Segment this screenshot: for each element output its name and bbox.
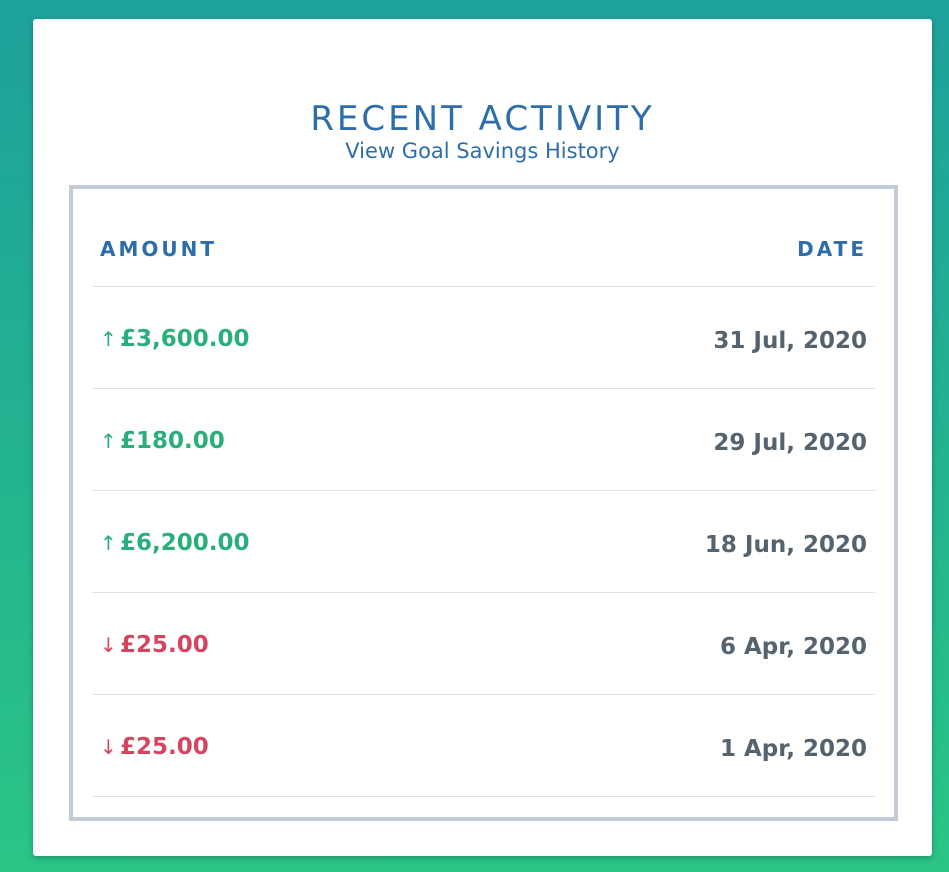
column-header-date[interactable]: DATE	[797, 237, 867, 261]
amount-value: £180.00	[120, 428, 225, 454]
amount-value: £25.00	[120, 632, 209, 658]
table-row: ↑ £6,200.00 18 Jun, 2020	[92, 491, 875, 593]
amount-cell: ↓ £25.00	[100, 631, 209, 659]
amount-cell: ↑ £3,600.00	[100, 325, 250, 353]
arrow-up-icon: ↑	[100, 429, 117, 453]
recent-activity-card: RECENT ACTIVITY View Goal Savings Histor…	[33, 19, 932, 856]
amount-value: £6,200.00	[120, 530, 250, 556]
table-body: ↑ £3,600.00 31 Jul, 2020 ↑ £180.00 29 Jul,…	[92, 287, 875, 797]
table-row: ↓ £25.00 6 Apr, 2020	[92, 593, 875, 695]
table-header: AMOUNT DATE	[92, 189, 875, 287]
amount-cell: ↓ £25.00	[100, 733, 209, 761]
amount-cell: ↑ £180.00	[100, 427, 225, 455]
arrow-up-icon: ↑	[100, 327, 117, 351]
table-row: ↓ £25.00 1 Apr, 2020	[92, 695, 875, 797]
date-cell: 1 Apr, 2020	[720, 736, 867, 762]
arrow-down-icon: ↓	[100, 633, 117, 657]
date-cell: 6 Apr, 2020	[720, 634, 867, 660]
date-cell: 29 Jul, 2020	[713, 430, 867, 456]
amount-value: £25.00	[120, 734, 209, 760]
table-row: ↑ £180.00 29 Jul, 2020	[92, 389, 875, 491]
amount-cell: ↑ £6,200.00	[100, 529, 250, 557]
page-title: RECENT ACTIVITY	[310, 99, 655, 139]
amount-value: £3,600.00	[120, 326, 250, 352]
table-row: ↑ £3,600.00 31 Jul, 2020	[92, 287, 875, 389]
arrow-down-icon: ↓	[100, 735, 117, 759]
column-header-amount[interactable]: AMOUNT	[100, 237, 217, 261]
activity-table: AMOUNT DATE ↑ £3,600.00 31 Jul, 2020 ↑ £18…	[69, 185, 898, 821]
view-goal-savings-history-link[interactable]: View Goal Savings History	[33, 137, 932, 165]
date-cell: 18 Jun, 2020	[704, 532, 867, 558]
date-cell: 31 Jul, 2020	[713, 328, 867, 354]
arrow-up-icon: ↑	[100, 531, 117, 555]
